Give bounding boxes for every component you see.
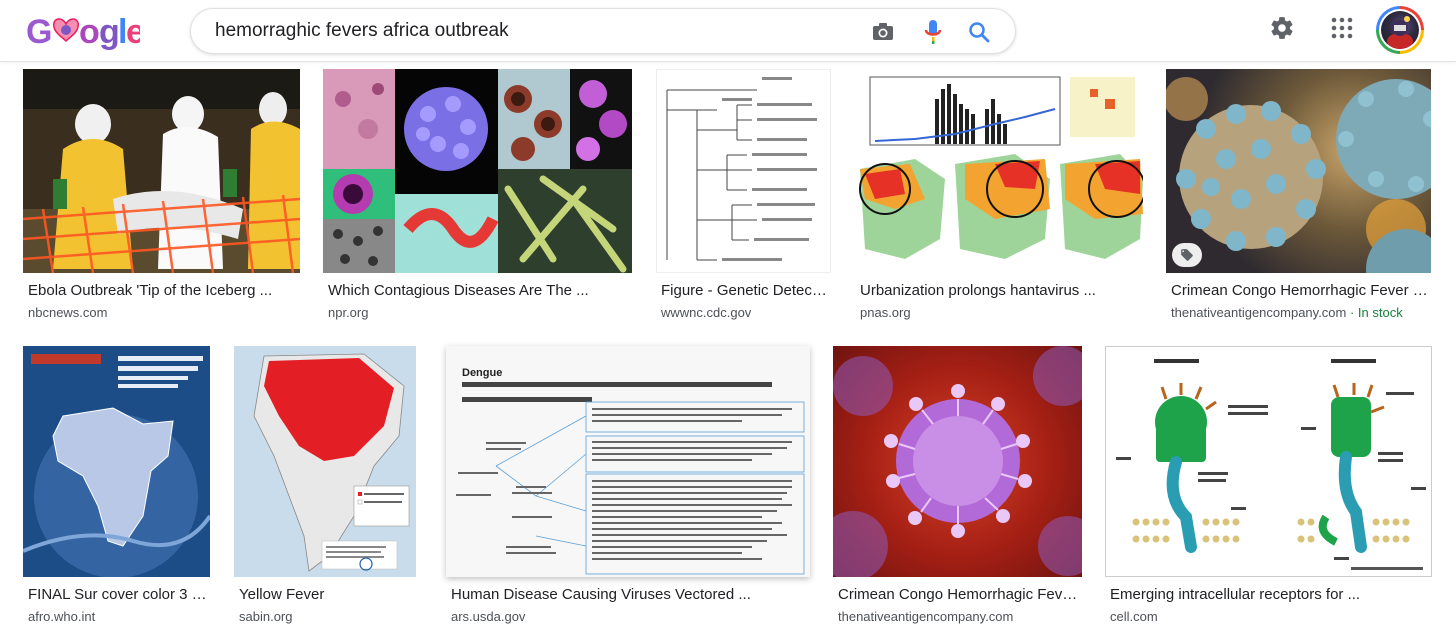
image-result[interactable]: FINAL Sur cover color 3 2... afro.who.in… <box>23 346 210 630</box>
microphone-icon[interactable] <box>921 20 945 44</box>
image-result[interactable]: Figure - Genetic Detection ... wwwnc.cdc… <box>656 69 831 329</box>
google-logo-icon: G o g l e <box>26 13 140 51</box>
result-thumbnail[interactable] <box>656 69 831 273</box>
gear-icon[interactable] <box>1268 14 1296 42</box>
image-result[interactable]: Dengue Human Disease Causing Viruses Vec… <box>446 346 810 630</box>
image-result[interactable]: Yellow Fever sabin.org <box>234 346 416 630</box>
image-result[interactable]: Urbanization prolongs hantavirus ... pna… <box>855 69 1143 329</box>
search-input[interactable] <box>215 9 835 53</box>
result-thumbnail[interactable] <box>833 346 1082 577</box>
search-box <box>190 8 1016 54</box>
result-source[interactable]: sabin.org <box>239 608 292 626</box>
svg-text:G: G <box>26 13 51 51</box>
result-source[interactable]: nbcnews.com <box>28 304 107 322</box>
image-result[interactable]: Ebola Outbreak 'Tip of the Iceberg ... n… <box>23 69 300 329</box>
image-result[interactable]: Emerging intracellular receptors for ...… <box>1105 346 1432 630</box>
apps-grid-icon[interactable] <box>1328 14 1356 42</box>
result-source[interactable]: cell.com <box>1110 608 1158 626</box>
result-title[interactable]: Figure - Genetic Detection ... <box>661 281 829 301</box>
tag-icon[interactable] <box>1172 243 1202 267</box>
result-thumbnail[interactable] <box>855 69 1143 273</box>
result-source[interactable]: thenativeantigencompany.com · In stock <box>1171 304 1403 322</box>
result-thumbnail[interactable] <box>1166 69 1431 273</box>
result-title[interactable]: FINAL Sur cover color 3 2... <box>28 585 208 605</box>
result-title[interactable]: Human Disease Causing Viruses Vectored .… <box>451 585 809 605</box>
result-title[interactable]: Emerging intracellular receptors for ... <box>1110 585 1430 605</box>
avatar-image <box>1381 11 1419 49</box>
result-thumbnail[interactable] <box>323 69 632 273</box>
image-result[interactable]: Crimean Congo Hemorrhagic Feve... thenat… <box>833 346 1082 630</box>
result-thumbnail[interactable] <box>23 346 210 577</box>
result-source[interactable]: afro.who.int <box>28 608 95 626</box>
svg-text:g: g <box>99 13 119 51</box>
result-source[interactable]: ars.usda.gov <box>451 608 525 626</box>
account-avatar[interactable] <box>1376 6 1424 54</box>
result-title[interactable]: Which Contagious Diseases Are The ... <box>328 281 628 301</box>
camera-icon[interactable] <box>871 20 895 44</box>
result-source[interactable]: thenativeantigencompany.com <box>838 608 1013 626</box>
result-title[interactable]: Urbanization prolongs hantavirus ... <box>860 281 1142 301</box>
svg-text:e: e <box>126 13 140 51</box>
svg-text:o: o <box>79 13 99 51</box>
result-source[interactable]: npr.org <box>328 304 368 322</box>
result-thumbnail[interactable] <box>23 69 300 273</box>
google-doodle-logo[interactable]: G o g l e <box>26 10 140 52</box>
result-thumbnail[interactable] <box>234 346 416 577</box>
in-stock-badge: · In stock <box>1346 305 1403 320</box>
result-source-domain[interactable]: thenativeantigencompany.com <box>1171 305 1346 320</box>
result-thumbnail[interactable]: Dengue <box>446 346 810 577</box>
result-title[interactable]: Crimean Congo Hemorrhagic Fever C... <box>1171 281 1433 301</box>
result-source[interactable]: pnas.org <box>860 304 911 322</box>
result-title[interactable]: Crimean Congo Hemorrhagic Feve... <box>838 585 1082 605</box>
result-thumbnail[interactable] <box>1105 346 1432 577</box>
header: G o g l e <box>0 0 1456 62</box>
image-result[interactable]: Crimean Congo Hemorrhagic Fever C... the… <box>1166 69 1433 329</box>
result-source[interactable]: wwwnc.cdc.gov <box>661 304 751 322</box>
image-result[interactable]: Which Contagious Diseases Are The ... np… <box>323 69 632 329</box>
result-title[interactable]: Yellow Fever <box>239 585 414 605</box>
svg-text:Dengue: Dengue <box>462 367 502 379</box>
result-title[interactable]: Ebola Outbreak 'Tip of the Iceberg ... <box>28 281 293 301</box>
search-icon[interactable] <box>967 20 991 44</box>
